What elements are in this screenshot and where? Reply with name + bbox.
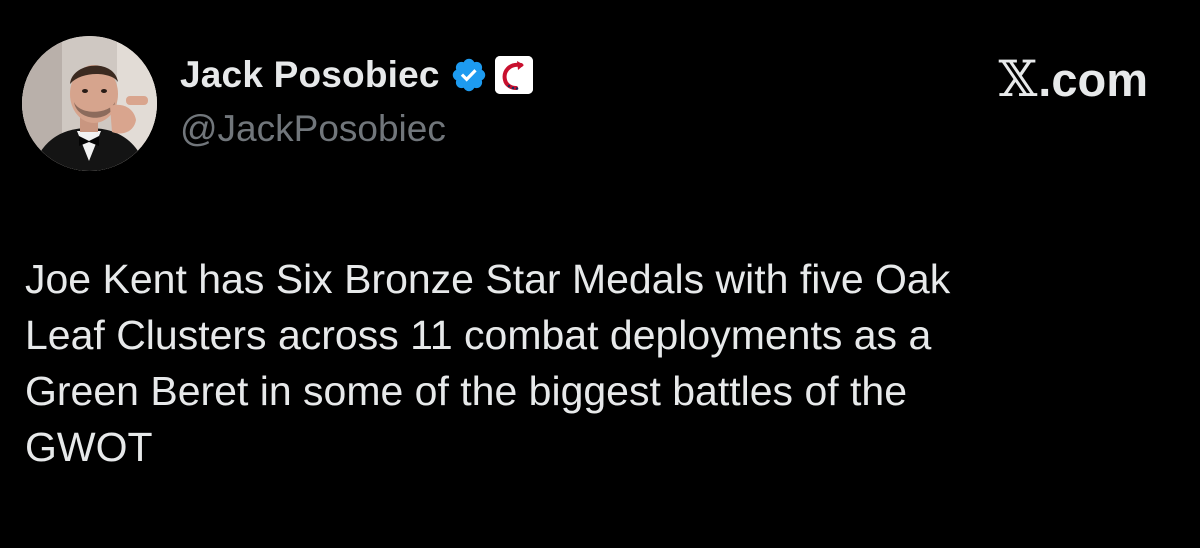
author-handle[interactable]: @JackPosobiec (180, 108, 446, 150)
tweet-text-line: Joe Kent has Six Bronze Star Medals with… (25, 256, 951, 302)
tweet-card: Jack Posobiec @JackPosobiec 𝕏 .com Joe K… (0, 0, 1200, 548)
author-name-row: Jack Posobiec (180, 52, 533, 98)
tweet-text: Joe Kent has Six Bronze Star Medals with… (25, 251, 1175, 475)
affiliate-badge-icon[interactable] (494, 56, 533, 94)
avatar-photo-icon (22, 36, 157, 171)
tweet-text-line: Leaf Clusters across 11 combat deploymen… (25, 312, 932, 358)
brand-suffix: .com (1038, 53, 1148, 106)
author-display-name[interactable]: Jack Posobiec (180, 54, 440, 96)
tweet-text-line: Green Beret in some of the biggest battl… (25, 368, 908, 414)
verified-badge-icon[interactable] (450, 56, 488, 94)
x-com-logo: 𝕏 .com (999, 50, 1149, 108)
tweet-text-line: GWOT (25, 424, 153, 470)
author-avatar[interactable] (22, 36, 157, 171)
x-logo-icon: 𝕏 (998, 50, 1038, 108)
